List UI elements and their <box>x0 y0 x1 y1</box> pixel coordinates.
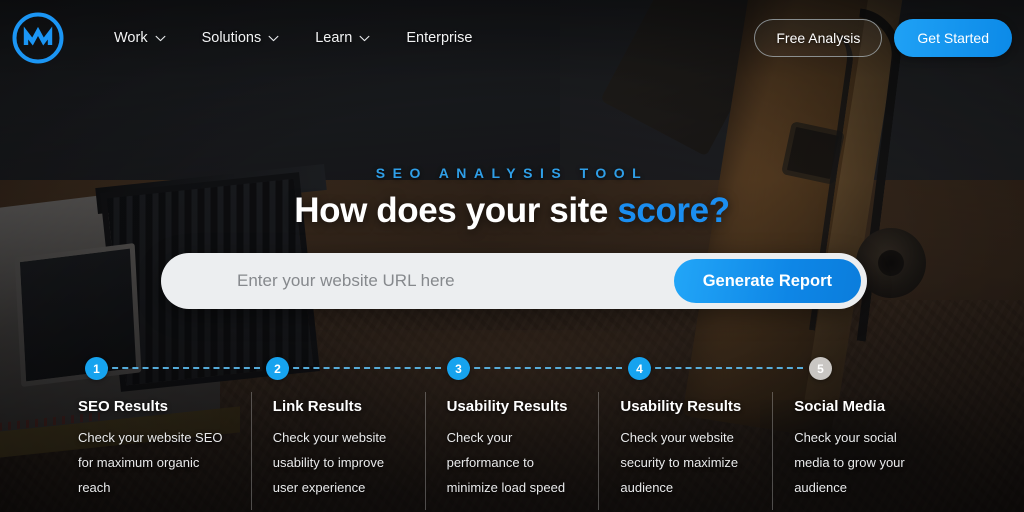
chevron-down-icon <box>268 35 279 41</box>
step-connector-4-5 <box>645 367 803 369</box>
get-started-button[interactable]: Get Started <box>894 19 1012 57</box>
step-column-3: Usability Results Check your performance… <box>424 392 599 510</box>
step-description: Check your social media to grow your aud… <box>794 430 905 495</box>
free-analysis-button[interactable]: Free Analysis <box>754 19 883 57</box>
step-number: 5 <box>817 361 824 376</box>
headline-main: How does your site <box>294 191 618 230</box>
step-circle-4[interactable]: 4 <box>628 357 651 380</box>
step-column-4: Usability Results Check your website sec… <box>598 392 772 510</box>
search-input[interactable] <box>161 271 674 291</box>
step-circle-2[interactable]: 2 <box>266 357 289 380</box>
nav-item-learn[interactable]: Learn <box>315 30 370 46</box>
step-circle-3[interactable]: 3 <box>447 357 470 380</box>
step-description: Check your website usability to improve … <box>272 430 387 495</box>
step-progress-track: 1 2 3 4 5 <box>80 346 944 390</box>
step-title: Usability Results <box>446 398 568 415</box>
step-connector-1-2 <box>102 367 260 369</box>
step-description: Check your website security to maximize … <box>620 430 739 495</box>
nav-item-work[interactable]: Work <box>114 30 166 46</box>
hero-section: SEO ANALYSIS TOOL How does your site sco… <box>0 165 1024 231</box>
step-connector-3-4 <box>464 367 622 369</box>
steps-section: 1 2 3 4 5 SEO Results Check your website… <box>0 346 1024 510</box>
chevron-down-icon <box>359 35 370 41</box>
step-column-2: Link Results Check your website usabilit… <box>250 392 425 510</box>
hero-eyebrow: SEO ANALYSIS TOOL <box>375 165 649 181</box>
step-column-1: SEO Results Check your website SEO for m… <box>78 398 251 500</box>
chevron-down-icon <box>155 35 166 41</box>
step-number: 2 <box>274 361 281 376</box>
step-title: SEO Results <box>78 398 169 415</box>
step-number: 4 <box>636 361 643 376</box>
step-description: Check your performance to minimize load … <box>446 430 566 495</box>
nav-item-label: Enterprise <box>406 30 473 46</box>
nav-item-label: Work <box>114 30 148 46</box>
step-circle-1[interactable]: 1 <box>85 357 108 380</box>
step-number: 1 <box>93 361 100 376</box>
step-number: 3 <box>455 361 462 376</box>
url-search-bar: Generate Report <box>161 253 867 309</box>
header-actions: Free Analysis Get Started <box>754 19 1012 57</box>
step-description-columns: SEO Results Check your website SEO for m… <box>0 392 1024 510</box>
step-column-5: Social Media Check your social media to … <box>772 392 946 510</box>
step-title: Usability Results <box>620 398 742 415</box>
generate-report-button[interactable]: Generate Report <box>673 259 861 303</box>
nav-item-solutions[interactable]: Solutions <box>202 30 280 46</box>
site-header: Work Solutions Learn Enterprise Free Ana… <box>0 0 1024 76</box>
page-title: How does your site score? <box>0 191 1024 231</box>
nav-item-label: Learn <box>315 30 353 46</box>
step-description: Check your website SEO for maximum organ… <box>78 430 223 495</box>
step-circle-5[interactable]: 5 <box>809 357 832 380</box>
m-monogram-circle-logo[interactable] <box>10 10 66 66</box>
headline-accent: score? <box>617 191 730 230</box>
step-title: Link Results <box>272 398 362 415</box>
step-title: Social Media <box>794 398 886 415</box>
nav-item-label: Solutions <box>201 30 262 46</box>
step-connector-2-3 <box>283 367 441 369</box>
primary-navigation: Work Solutions Learn Enterprise <box>114 30 472 46</box>
nav-item-enterprise[interactable]: Enterprise <box>406 30 472 46</box>
